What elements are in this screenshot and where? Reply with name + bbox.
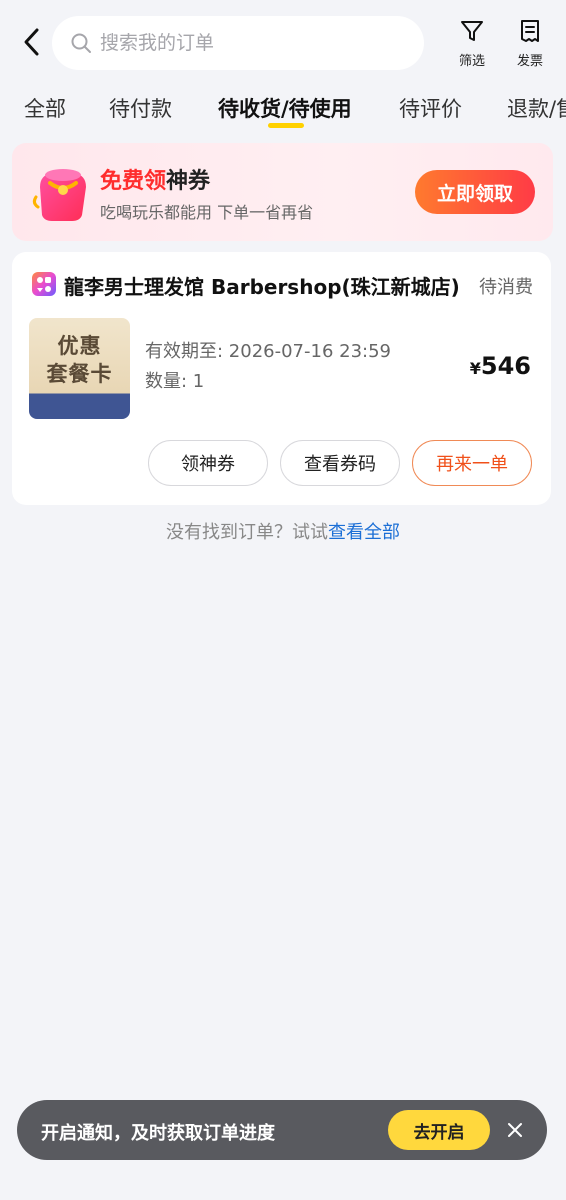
invoice-icon xyxy=(521,20,539,42)
quantity: 数量: 1 xyxy=(145,371,205,392)
tab-pending-review[interactable]: 待评价 xyxy=(399,93,462,123)
back-button[interactable] xyxy=(14,24,50,60)
hint-text: 没有找到订单？试试 xyxy=(166,522,328,543)
thumbnail-text-line2: 套餐卡 xyxy=(46,362,113,386)
banner-title: 免费领神券 xyxy=(100,163,210,195)
shop-app-icon xyxy=(32,272,56,296)
notification-bar: 开启通知，及时获取订单进度 去开启 xyxy=(17,1100,547,1160)
banner-subtitle: 吃喝玩乐都能用 下单一省再省 xyxy=(100,203,314,222)
filter-label: 筛选 xyxy=(458,54,485,69)
invoice-button[interactable]: 发票 xyxy=(505,18,555,69)
view-code-button[interactable]: 查看券码 xyxy=(280,440,400,486)
product-thumbnail[interactable]: 优惠 套餐卡 xyxy=(29,318,130,419)
tab-pending-use[interactable]: 待收货/待使用 xyxy=(218,93,352,123)
filter-button[interactable]: 筛选 xyxy=(447,18,497,69)
order-price: ¥546 xyxy=(470,352,531,380)
order-tabs: 全部 待付款 待收货/待使用 待评价 退款/售后 xyxy=(0,85,566,135)
filter-icon xyxy=(461,21,483,41)
view-all-link[interactable]: 查看全部 xyxy=(328,522,400,543)
search-icon xyxy=(71,33,91,53)
no-order-hint: 没有找到订单？试试查看全部 xyxy=(0,518,566,544)
promo-banner[interactable]: 免费领神券 吃喝玩乐都能用 下单一省再省 立即领取 xyxy=(12,143,553,241)
order-list-page: 筛选 发票 全部 待付款 待收货/待使用 待评价 退款/售后 xyxy=(0,0,566,1200)
notification-text: 开启通知，及时获取订单进度 xyxy=(41,1123,275,1144)
tab-refund[interactable]: 退款/售后 xyxy=(507,93,566,123)
thumbnail-text-line1: 优惠 xyxy=(57,334,102,358)
enable-notification-button[interactable]: 去开启 xyxy=(388,1110,490,1150)
validity-date: 有效期至: 2026-07-16 23:59 xyxy=(145,341,391,362)
gift-bag-icon xyxy=(32,169,86,221)
tab-pending-payment[interactable]: 待付款 xyxy=(109,93,172,123)
order-card[interactable]: 龍李男士理发馆 Barbershop(珠江新城店) 待消费 优惠 套餐卡 有效期… xyxy=(12,252,551,505)
price-value: 546 xyxy=(480,352,531,380)
back-arrow-icon xyxy=(24,28,39,56)
invoice-label: 发票 xyxy=(516,54,543,69)
get-coupon-button[interactable]: 领神券 xyxy=(148,440,268,486)
search-input[interactable] xyxy=(100,32,390,54)
close-icon[interactable] xyxy=(503,1118,527,1142)
tab-all[interactable]: 全部 xyxy=(24,93,66,123)
header: 筛选 发票 xyxy=(0,0,566,85)
order-status: 待消费 xyxy=(479,277,533,298)
claim-now-button[interactable]: 立即领取 xyxy=(415,170,535,214)
search-box[interactable] xyxy=(52,16,424,70)
banner-title-highlight: 免费领 xyxy=(100,169,167,194)
active-tab-indicator xyxy=(268,123,304,128)
reorder-button[interactable]: 再来一单 xyxy=(412,440,532,486)
shop-name[interactable]: 龍李男士理发馆 Barbershop(珠江新城店) xyxy=(64,271,466,300)
banner-title-rest: 神券 xyxy=(166,169,211,194)
price-currency: ¥ xyxy=(469,359,481,378)
